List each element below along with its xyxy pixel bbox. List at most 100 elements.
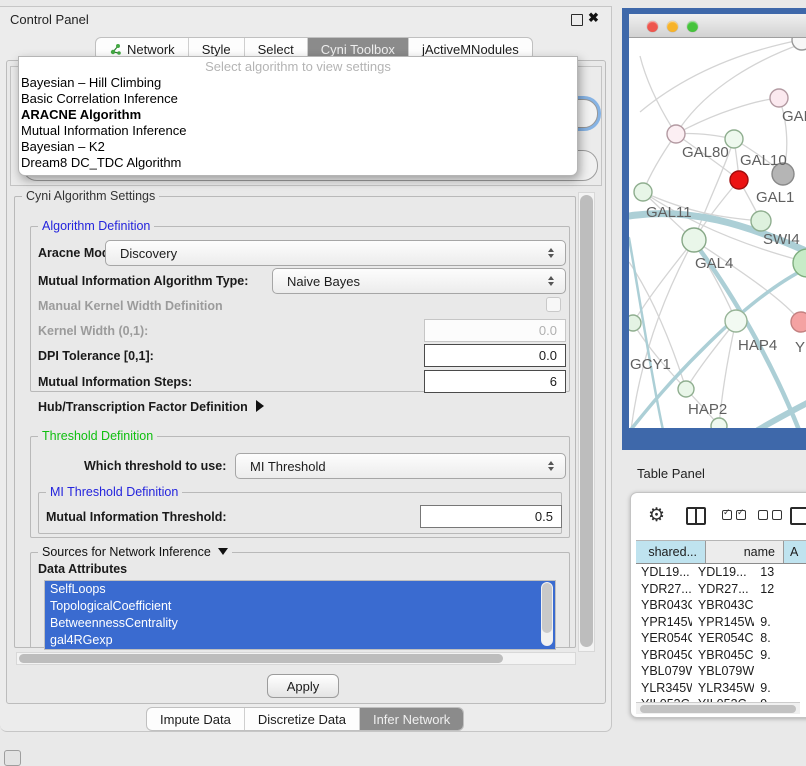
network-node[interactable] (792, 38, 806, 50)
node-label: HAP2 (688, 401, 727, 418)
network-node-hap2[interactable] (678, 381, 694, 397)
network-node-labels: GALGAL80GAL10GAL1GAL11SWI4GAL4GCY1HAP4YH… (630, 108, 806, 418)
table-row[interactable]: YBR045CYBR045C9. (636, 647, 806, 664)
data-attributes-list[interactable]: SelfLoops TopologicalCoefficient Between… (44, 580, 556, 650)
manual-kernel-checkbox[interactable] (546, 297, 561, 312)
mi-steps-label: Mutual Information Steps: (38, 375, 192, 389)
dropdown-item-aracne[interactable]: ARACNE Algorithm (19, 107, 577, 123)
tab-discretize-data[interactable]: Discretize Data (245, 708, 360, 730)
dropdown-header: Select algorithm to view settings (19, 59, 577, 75)
mi-steps-field[interactable]: 6 (424, 370, 566, 393)
attributes-scrollbar[interactable] (541, 582, 553, 646)
dpi-tolerance-field[interactable]: 0.0 (424, 344, 566, 367)
column-header-shared[interactable]: shared... (636, 541, 706, 563)
zoom-traffic-light-icon[interactable] (687, 21, 698, 32)
network-graph: GALGAL80GAL10GAL1GAL11SWI4GAL4GCY1HAP4YH… (629, 38, 806, 428)
table-cell: 12 (754, 581, 806, 598)
dropdown-item[interactable]: Bayesian – K2 (19, 139, 577, 155)
table-body[interactable]: YDL19...YDL19...13YDR27...YDR27...12YBR0… (636, 564, 806, 702)
dropdown-item[interactable]: Bayesian – Hill Climbing (19, 75, 577, 91)
settings-vertical-scrollbar[interactable] (578, 192, 595, 652)
table-cell (754, 663, 806, 680)
network-node-swi4[interactable] (751, 211, 771, 231)
network-node-gal1[interactable] (730, 171, 748, 189)
network-icon (109, 43, 122, 56)
list-item[interactable]: BetweennessCentrality (45, 615, 555, 632)
network-node-gal80[interactable] (667, 125, 685, 143)
network-node-y[interactable] (791, 312, 806, 332)
table-row[interactable]: YER054CYER054C8. (636, 630, 806, 647)
unchecked-checkbox-icon[interactable] (758, 510, 768, 520)
which-threshold-combobox[interactable]: MI Threshold (235, 453, 566, 479)
sources-group-title[interactable]: Sources for Network Inference (38, 545, 232, 559)
table-row[interactable]: YBR043CYBR043C (636, 597, 806, 614)
tab-impute-data[interactable]: Impute Data (147, 708, 245, 730)
tab-infer-network[interactable]: Infer Network (360, 708, 463, 730)
dropdown-item[interactable]: Mutual Information Inference (19, 123, 577, 139)
dropdown-item[interactable]: Dream8 DC_TDC Algorithm (19, 155, 577, 171)
table-header: shared... name A (636, 540, 806, 564)
column-header-a[interactable]: A (784, 541, 806, 563)
network-node-gal11[interactable] (634, 183, 652, 201)
minimize-traffic-light-icon[interactable] (667, 21, 678, 32)
table-cell: YBL079W (636, 663, 692, 680)
split-columns-icon[interactable] (686, 507, 706, 525)
table-row[interactable]: YDR27...YDR27...12 (636, 581, 806, 598)
close-traffic-light-icon[interactable] (647, 21, 658, 32)
list-item[interactable]: gal4RGexp (45, 632, 555, 649)
mi-type-label: Mutual Information Algorithm Type: (38, 274, 248, 288)
list-item[interactable]: TopologicalCoefficient (45, 598, 555, 615)
network-node-gal[interactable] (770, 89, 788, 107)
node-label: HAP4 (738, 337, 777, 354)
node-label: GAL (782, 108, 806, 125)
gear-icon[interactable]: ⚙ (648, 504, 665, 527)
float-window-icon[interactable] (571, 14, 583, 26)
collapse-down-icon (218, 548, 228, 555)
checked-checkbox-icon[interactable]: ✓ (722, 510, 732, 520)
table-cell: YDR27... (636, 581, 692, 598)
node-label: GAL10 (740, 152, 787, 169)
table-horizontal-scrollbar[interactable] (636, 702, 800, 714)
settings-horizontal-scrollbar[interactable] (16, 652, 576, 665)
control-panel-title: Control Panel (10, 12, 89, 27)
unchecked-checkbox-icon[interactable] (772, 510, 782, 520)
table-cell: YDL19... (636, 564, 692, 581)
table-row[interactable]: YPR145WYPR145W9. (636, 614, 806, 631)
node-label: GAL4 (695, 255, 733, 272)
dropdown-item[interactable]: Basic Correlation Inference (19, 91, 577, 107)
mi-threshold-group-title: MI Threshold Definition (46, 485, 182, 499)
list-item[interactable]: SelfLoops (45, 581, 555, 598)
table-cell (754, 597, 806, 614)
mi-type-combobox[interactable]: Naive Bayes (272, 268, 566, 294)
checked-checkbox-icon[interactable]: ✓ (736, 510, 746, 520)
export-table-icon[interactable] (790, 507, 806, 525)
network-view-window: GALGAL80GAL10GAL1GAL11SWI4GAL4GCY1HAP4YH… (622, 8, 806, 450)
table-cell: YLR345W (636, 680, 692, 697)
apply-button[interactable]: Apply (267, 674, 339, 698)
network-node-gal4[interactable] (682, 228, 706, 252)
aracne-mode-combobox[interactable]: Discovery (105, 240, 566, 266)
minimized-panel-icon[interactable] (4, 750, 21, 766)
column-header-name[interactable]: name (706, 541, 784, 563)
bottom-tabbar: Impute Data Discretize Data Infer Networ… (146, 707, 464, 731)
network-canvas[interactable]: GALGAL80GAL10GAL1GAL11SWI4GAL4GCY1HAP4YH… (629, 38, 806, 428)
table-cell: YDL19... (692, 564, 754, 581)
kernel-width-label: Kernel Width (0,1): (38, 324, 148, 338)
list-item-partial[interactable] (45, 649, 555, 650)
close-icon[interactable]: ✖ (588, 10, 599, 26)
network-window-titlebar[interactable] (629, 14, 806, 38)
table-cell: 9. (754, 614, 806, 631)
table-row[interactable]: YBL079WYBL079W (636, 663, 806, 680)
kernel-width-field[interactable]: 0.0 (424, 319, 566, 342)
network-node[interactable] (711, 418, 727, 428)
node-label: SWI4 (763, 231, 800, 248)
network-node-hap4[interactable] (725, 310, 747, 332)
network-node-gcy1[interactable] (629, 315, 641, 331)
table-row[interactable]: YLR345WYLR345W9. (636, 680, 806, 697)
table-cell: 8. (754, 630, 806, 647)
hub-definition-toggle[interactable]: Hub/Transcription Factor Definition (38, 400, 264, 414)
table-cell: YBR045C (692, 647, 754, 664)
mi-threshold-field[interactable]: 0.5 (420, 505, 562, 528)
table-row[interactable]: YDL19...YDL19...13 (636, 564, 806, 581)
table-cell: 13 (754, 564, 806, 581)
